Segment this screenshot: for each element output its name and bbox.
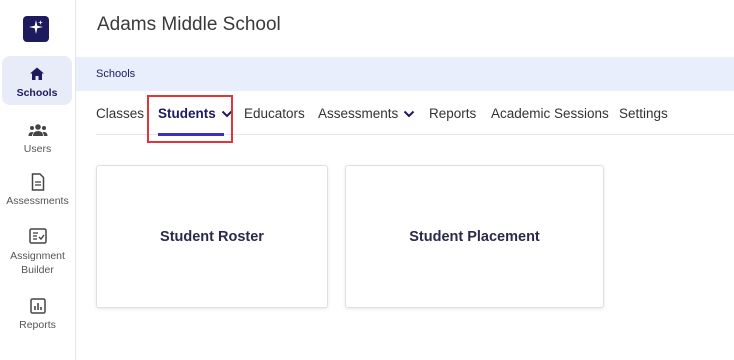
- sidebar-item-reports[interactable]: Reports: [0, 296, 75, 331]
- checklist-icon: [28, 226, 48, 246]
- card-student-placement[interactable]: Student Placement: [345, 165, 604, 308]
- tab-label: Academic Sessions: [491, 106, 609, 121]
- sidebar-item-label: Assessments: [6, 195, 69, 207]
- tab-label: Educators: [244, 106, 305, 121]
- tab-label: Classes: [96, 106, 145, 121]
- app-logo[interactable]: [23, 16, 49, 42]
- card-label: Student Roster: [160, 228, 264, 245]
- tab-assessments[interactable]: Assessments: [318, 106, 415, 121]
- page-title: Adams Middle School: [97, 14, 281, 35]
- sidebar-item-schools[interactable]: Schools: [2, 56, 72, 105]
- tab-label: Settings: [619, 106, 668, 121]
- breadcrumb-schools[interactable]: Schools: [96, 68, 135, 80]
- sparkle-icon: [28, 19, 44, 40]
- card-label: Student Placement: [409, 228, 540, 245]
- chevron-down-icon: [403, 110, 415, 118]
- document-icon: [28, 172, 48, 192]
- home-icon: [27, 64, 47, 84]
- sidebar-item-label: Users: [23, 143, 52, 155]
- breadcrumb: Schools: [76, 57, 734, 91]
- tab-settings[interactable]: Settings: [619, 106, 668, 121]
- tab-reports[interactable]: Reports: [429, 106, 476, 121]
- sidebar-item-assignment-builder[interactable]: Assignment Builder: [0, 226, 75, 277]
- tab-label: Assessments: [318, 106, 399, 121]
- tab-label: Reports: [429, 106, 477, 121]
- sidebar-item-label: Reports: [19, 319, 56, 331]
- tab-classes[interactable]: Classes: [96, 106, 144, 121]
- tab-educators[interactable]: Educators: [244, 106, 305, 121]
- highlight-box: [147, 95, 233, 143]
- sidebar-item-users[interactable]: Users: [0, 120, 75, 155]
- sidebar-item-assessments[interactable]: Assessments: [0, 172, 75, 207]
- sidebar: Schools Users Assessments Assignment Bui…: [0, 0, 76, 360]
- users-icon: [28, 120, 48, 140]
- sidebar-item-label: Assignment Builder: [10, 250, 65, 276]
- tab-academic-sessions[interactable]: Academic Sessions: [491, 106, 609, 121]
- bar-chart-icon: [28, 296, 48, 316]
- sidebar-item-label: Schools: [16, 87, 58, 99]
- card-student-roster[interactable]: Student Roster: [96, 165, 328, 308]
